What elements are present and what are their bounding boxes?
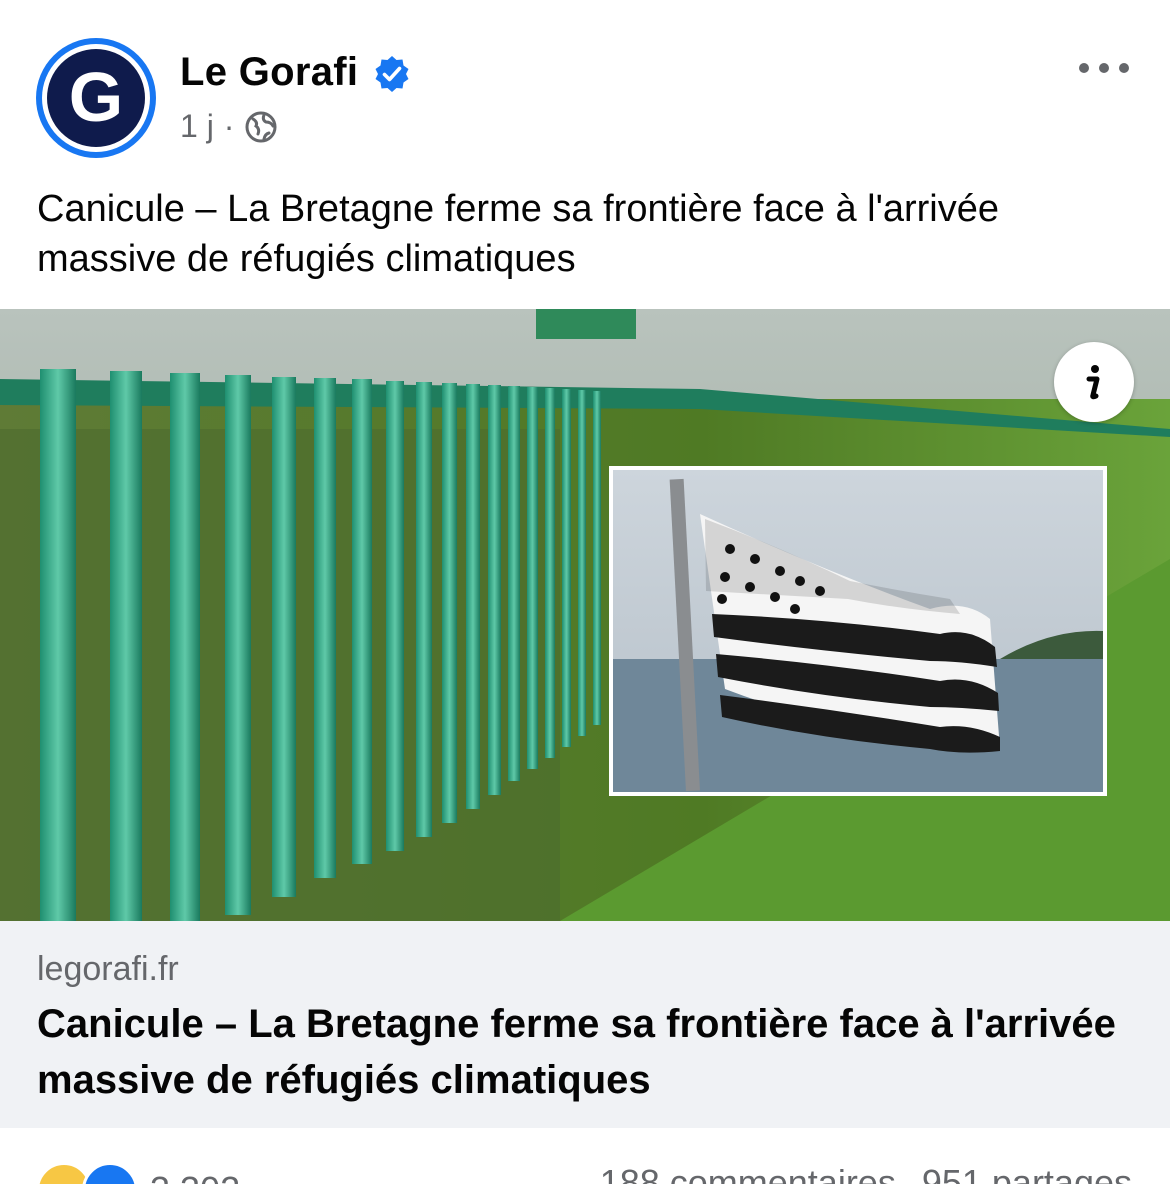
verified-badge-icon	[375, 56, 409, 92]
link-domain: legorafi.fr	[37, 950, 179, 988]
post-meta: 1 j ·	[180, 108, 278, 145]
svg-text:G: G	[69, 58, 123, 136]
post-header: G Le Gorafi 1 j ·	[0, 0, 1170, 170]
more-options-icon[interactable]	[1074, 56, 1134, 80]
post-text: Canicule – La Bretagne ferme sa frontièr…	[37, 188, 999, 280]
shares-count[interactable]: 951 partages	[922, 1162, 1132, 1184]
link-title[interactable]: Canicule – La Bretagne ferme sa frontièr…	[37, 996, 1137, 1108]
post-time[interactable]: 1 j	[180, 108, 214, 145]
page-name[interactable]: Le Gorafi	[180, 50, 358, 95]
gorafi-logo-icon: G	[69, 58, 123, 136]
page-avatar[interactable]: G	[36, 38, 156, 158]
post-footer: 3 302 188 commentaires 951 partages	[0, 1128, 1170, 1184]
comments-count[interactable]: 188 commentaires	[600, 1162, 896, 1184]
link-preview-image[interactable]	[0, 309, 1170, 921]
post-stats: 188 commentaires 951 partages	[600, 1162, 1132, 1184]
reaction-count: 3 302	[150, 1169, 240, 1184]
fence-photo	[0, 309, 1170, 921]
meta-separator: ·	[223, 108, 235, 144]
info-icon	[1086, 365, 1100, 400]
info-button[interactable]	[1054, 342, 1134, 422]
reactions-summary[interactable]: 3 302	[36, 1162, 240, 1184]
globe-icon[interactable]	[244, 110, 278, 144]
like-reaction-icon	[82, 1162, 138, 1184]
